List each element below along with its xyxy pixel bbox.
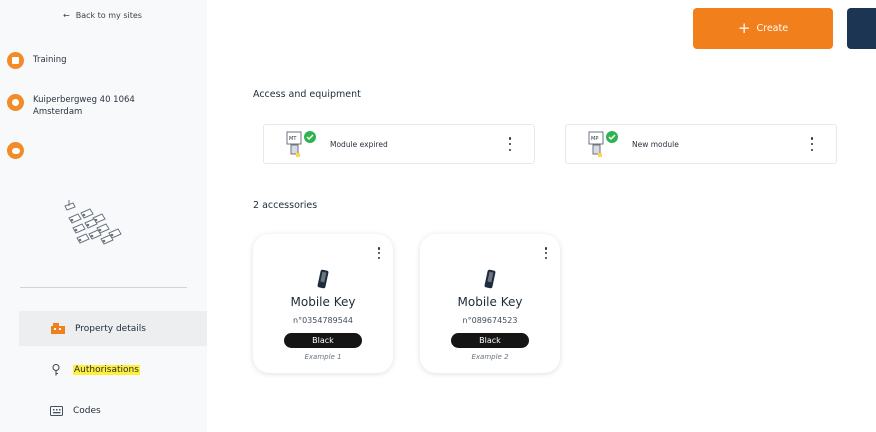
bookmark-icon (7, 52, 24, 69)
accessory-serial: n°089674523 (462, 316, 518, 325)
create-button[interactable]: + Create (693, 8, 833, 49)
back-to-sites-label: Back to my sites (75, 11, 142, 20)
menu-item-label: Codes (73, 405, 101, 416)
accessory-serial: n°0354789544 (293, 316, 353, 325)
accessories-section-title: 2 accessories (253, 200, 318, 211)
secondary-action-button[interactable] (847, 8, 876, 49)
access-section-title: Access and equipment (253, 89, 361, 100)
accessory-title: Mobile Key (457, 295, 523, 309)
module-label: New module (632, 139, 679, 149)
create-button-label: Create (756, 23, 789, 34)
more-options-icon[interactable] (508, 137, 512, 151)
module-card[interactable]: MP New module (565, 124, 837, 164)
keys-illustration (64, 200, 122, 245)
accessory-card[interactable]: Mobile Key n°089674523 Black Example 2 (420, 234, 560, 373)
more-options-icon[interactable] (544, 247, 548, 259)
location-pin-icon (7, 94, 24, 111)
accessory-example: Example 1 (304, 353, 342, 361)
module-card[interactable]: MT Module expired (263, 124, 535, 164)
mobile-phone-icon (317, 269, 329, 289)
module-label: Module expired (330, 139, 388, 149)
comment-icon (7, 142, 24, 159)
color-badge: Black (284, 333, 362, 348)
module-icon: MT (286, 131, 316, 157)
mobile-phone-icon (484, 269, 496, 289)
svg-text:MT: MT (289, 136, 297, 142)
site-name: Training (33, 55, 67, 65)
plus-icon: + (737, 19, 751, 37)
sidebar-divider (20, 287, 187, 288)
accessory-card[interactable]: Mobile Key n°0354789544 Black Example 1 (253, 234, 393, 373)
sidebar: ← Back to my sites Training Kuiperbergweg… (0, 0, 207, 432)
comment-row (7, 142, 33, 159)
keypad-icon (49, 405, 63, 417)
menu-item-label: Property details (75, 323, 146, 334)
menu-item-property-details[interactable]: Property details (19, 311, 207, 346)
more-options-icon[interactable] (810, 137, 814, 151)
key-icon (49, 363, 63, 376)
color-badge: Black (451, 333, 529, 348)
accessory-example: Example 2 (471, 353, 509, 361)
menu-item-codes[interactable]: Codes (19, 393, 207, 428)
menu-item-label: Authorisations (73, 364, 140, 375)
arrow-left-icon: ← (63, 11, 70, 20)
site-address: Kuiperbergweg 40 1064 Amsterdam (33, 95, 135, 117)
address-row: Kuiperbergweg 40 1064 Amsterdam (7, 94, 153, 118)
more-options-icon[interactable] (377, 247, 381, 259)
svg-text:MP: MP (591, 136, 598, 142)
building-icon (51, 323, 65, 335)
accessory-title: Mobile Key (290, 295, 356, 309)
menu-item-authorisations[interactable]: Authorisations (19, 352, 207, 387)
back-to-sites-link[interactable]: ← Back to my sites (63, 11, 142, 20)
site-name-row: Training (7, 52, 67, 69)
module-icon: MP (588, 131, 618, 157)
